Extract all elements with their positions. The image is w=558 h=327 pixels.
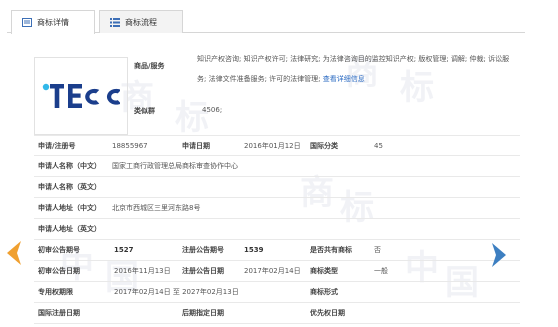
- trademark-detail-panel: 商品/服务 知识产权咨询; 知识产权许可; 法律研究; 为法律咨询目的监控知识产…: [22, 33, 520, 324]
- field-value: 2016年01月12日: [244, 142, 301, 150]
- table-row: 申请/注册号 18855967 申请日期 2016年01月12日 国际分类 45: [34, 135, 520, 156]
- field-value: 2016年11月13日: [114, 267, 171, 275]
- field-value: 2017年02月14日 至 2027年02月13日: [114, 288, 239, 296]
- tab-trademark-details[interactable]: 商标详情: [11, 10, 95, 34]
- field-label: 商标类型: [310, 267, 338, 275]
- field-label: 注册公告期号: [182, 246, 224, 254]
- table-row: 专用权期限 2017年02月14日 至 2027年02月13日 商标形式: [34, 282, 520, 303]
- document-icon: [22, 18, 32, 27]
- field-value: 45: [374, 142, 383, 150]
- tab-bar: 商标详情 商标流程: [7, 7, 525, 34]
- field-value: 一般: [374, 267, 388, 275]
- field-label: 申请人地址（中文）: [38, 204, 101, 212]
- field-value: 国家工商行政管理总局商标审查协作中心: [112, 162, 238, 170]
- field-label: 注册公告日期: [182, 267, 224, 275]
- similar-group-label: 类似群: [134, 107, 155, 115]
- field-value: 否: [374, 246, 381, 254]
- field-label: 申请/注册号: [38, 142, 76, 150]
- field-label: 申请人地址（英文）: [38, 225, 101, 233]
- chevron-left-icon: [7, 241, 21, 265]
- next-arrow-button[interactable]: [490, 242, 508, 268]
- field-label: 优先权日期: [310, 309, 345, 317]
- field-label: 专用权期限: [38, 288, 73, 296]
- field-label: 国际注册日期: [38, 309, 80, 317]
- field-label: 申请人名称（中文）: [38, 162, 101, 170]
- table-row: 初审公告期号 1527 注册公告期号 1539 是否共有商标 否: [34, 240, 520, 261]
- tab-trademark-process[interactable]: 商标流程: [99, 10, 183, 33]
- previous-arrow-button[interactable]: [5, 240, 23, 266]
- field-label: 后期指定日期: [182, 309, 224, 317]
- field-value: 1527: [114, 246, 134, 254]
- tab-label: 商标详情: [37, 18, 69, 27]
- table-row: 申请人名称（中文） 国家工商行政管理总局商标审查协作中心: [34, 156, 520, 177]
- trademark-image: [34, 57, 128, 135]
- goods-services-label: 商品/服务: [134, 62, 165, 70]
- field-value: 1539: [244, 246, 264, 254]
- field-value: 18855967: [112, 142, 148, 150]
- field-value: 2017年02月14日: [244, 267, 301, 275]
- table-row: 申请人名称（英文）: [34, 177, 520, 198]
- tab-label: 商标流程: [125, 17, 157, 27]
- field-label: 申请人名称（英文）: [38, 183, 101, 191]
- list-icon: [110, 17, 120, 27]
- view-details-link[interactable]: 查看详细信息: [323, 75, 365, 83]
- table-row: 申请人地址（英文）: [34, 219, 520, 240]
- table-row: 国际注册日期 后期指定日期 优先权日期: [34, 303, 520, 324]
- field-value: 北京市西城区三里河东路8号: [112, 204, 201, 212]
- similar-group-value: 4506;: [202, 106, 223, 114]
- field-label: 初审公告日期: [38, 267, 80, 275]
- field-label: 是否共有商标: [310, 246, 352, 254]
- trademark-logo: [42, 81, 120, 111]
- field-label: 国际分类: [310, 142, 338, 150]
- table-row: 初审公告日期 2016年11月13日 注册公告日期 2017年02月14日 商标…: [34, 261, 520, 282]
- table-row: 申请人地址（中文） 北京市西城区三里河东路8号: [34, 198, 520, 219]
- field-label: 初审公告期号: [38, 246, 80, 254]
- chevron-right-icon: [492, 243, 506, 267]
- detail-table: 申请/注册号 18855967 申请日期 2016年01月12日 国际分类 45…: [34, 135, 520, 324]
- field-label: 商标形式: [310, 288, 338, 296]
- goods-services-value: 知识产权咨询; 知识产权许可; 法律研究; 为法律咨询目的监控知识产权; 版权管…: [197, 49, 512, 89]
- field-label: 申请日期: [182, 142, 210, 150]
